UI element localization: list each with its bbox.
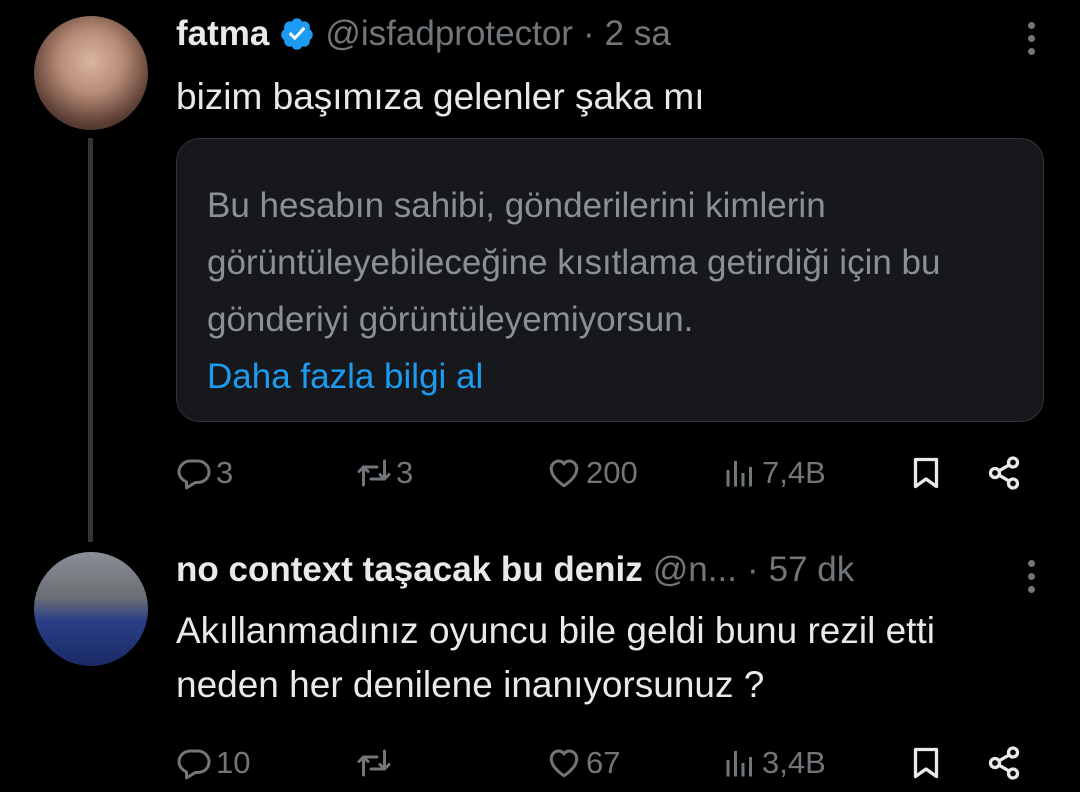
handle[interactable]: @isfadprotector <box>325 14 573 54</box>
learn-more-link[interactable]: Daha fazla bilgi al <box>207 348 1013 405</box>
views-button[interactable]: 7,4B <box>722 448 826 498</box>
repost-icon <box>357 749 391 777</box>
reply-button[interactable]: 3 <box>176 448 233 498</box>
view-count: 3,4B <box>762 745 826 780</box>
timestamp[interactable]: 57 dk <box>769 550 855 590</box>
display-name[interactable]: no context taşacak bu deniz <box>176 550 643 590</box>
avatar[interactable] <box>34 16 148 130</box>
like-count: 67 <box>586 745 621 780</box>
share-button[interactable] <box>986 448 1022 498</box>
tweet[interactable]: fatma @isfadprotector · 2 sa bizim başım… <box>0 0 1080 542</box>
unavailable-message: Bu hesabın sahibi, gönderilerini kimleri… <box>207 186 941 339</box>
reply-icon <box>177 459 211 490</box>
timestamp[interactable]: 2 sa <box>605 14 671 54</box>
tweet-text: Akıllanmadınız oyuncu bile geldi bunu re… <box>176 610 935 705</box>
repost-count: 3 <box>396 455 414 490</box>
heart-icon <box>549 749 579 778</box>
view-count: 7,4B <box>762 455 826 490</box>
verified-badge-icon <box>281 18 314 50</box>
reply-count: 3 <box>216 455 234 490</box>
like-button[interactable]: 200 <box>546 448 638 498</box>
repost-icon <box>357 459 391 487</box>
bookmark-button[interactable] <box>908 448 944 498</box>
share-icon <box>988 746 1020 780</box>
share-icon <box>988 456 1020 490</box>
more-options-icon[interactable] <box>1026 560 1036 593</box>
tweet-text: bizim başımıza gelenler şaka mı <box>176 76 705 117</box>
avatar[interactable] <box>34 552 148 666</box>
reply-icon <box>177 749 211 780</box>
reply-button[interactable]: 10 <box>176 738 250 788</box>
tweet-header: no context taşacak bu deniz @n... · 57 d… <box>176 550 854 590</box>
unavailable-quote-card: Bu hesabın sahibi, gönderilerini kimleri… <box>176 138 1044 422</box>
display-name[interactable]: fatma <box>176 14 269 54</box>
heart-icon <box>549 459 579 488</box>
separator-dot: · <box>582 14 595 53</box>
bookmark-icon <box>913 457 939 489</box>
tweet-header: fatma @isfadprotector · 2 sa <box>176 14 671 54</box>
repost-button[interactable] <box>356 738 396 788</box>
action-bar: 3 3 200 7,4B <box>176 448 1036 498</box>
tweet[interactable]: no context taşacak bu deniz @n... · 57 d… <box>0 540 1080 792</box>
bookmark-icon <box>913 747 939 779</box>
repost-button[interactable]: 3 <box>356 448 413 498</box>
action-bar: 10 67 3,4B <box>176 738 1036 788</box>
like-button[interactable]: 67 <box>546 738 620 788</box>
views-icon <box>726 751 752 777</box>
thread-line <box>88 138 93 542</box>
separator-dot: · <box>746 550 759 589</box>
like-count: 200 <box>586 455 638 490</box>
share-button[interactable] <box>986 738 1022 788</box>
bookmark-button[interactable] <box>908 738 944 788</box>
reply-count: 10 <box>216 745 251 780</box>
handle[interactable]: @n... <box>653 550 737 590</box>
views-button[interactable]: 3,4B <box>722 738 826 788</box>
more-options-icon[interactable] <box>1026 22 1036 55</box>
views-icon <box>726 461 752 487</box>
